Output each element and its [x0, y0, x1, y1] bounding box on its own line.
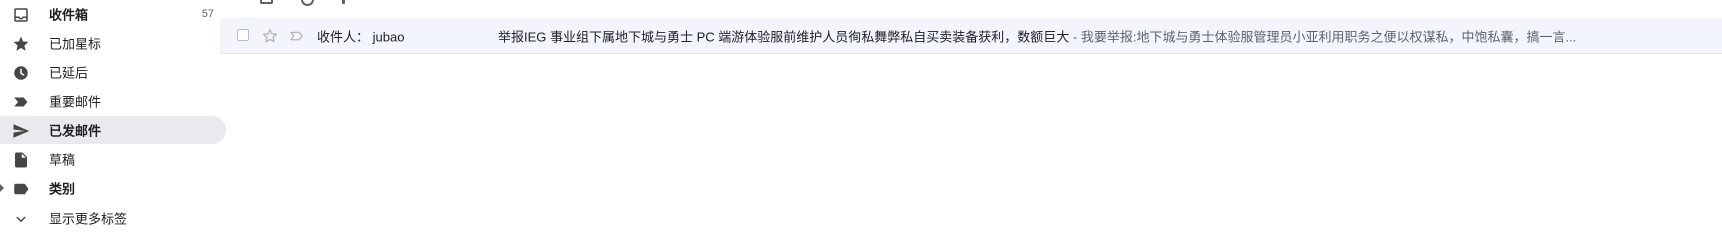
sidebar-item-label: 显示更多标签	[49, 211, 128, 227]
draft-icon	[12, 151, 30, 169]
sidebar-item-label: 已加星标	[49, 36, 102, 52]
expand-arrow-icon[interactable]	[0, 184, 4, 192]
sidebar-item-label: 草稿	[49, 152, 76, 168]
sidebar-item-more-labels[interactable]: 显示更多标签	[0, 204, 226, 232]
gmail-window: 收件箱 57 已加星标 已延后 重要邮件 已发邮件 草稿 类别 显示更多标签 收…	[0, 0, 1722, 248]
sidebar-item-drafts[interactable]: 草稿	[0, 145, 226, 173]
inbox-icon	[12, 6, 30, 24]
sidebar-item-label: 类别	[49, 181, 76, 197]
sidebar-item-label: 已发邮件	[49, 123, 102, 139]
row-checkbox[interactable]	[237, 29, 249, 41]
star-icon	[12, 35, 30, 53]
sidebar-item-label: 重要邮件	[49, 94, 102, 110]
message-list: 收件人： jubao 举报IEG 事业组下属地下城与勇士 PC 端游体验服前维护…	[220, 0, 1722, 248]
sidebar-item-label: 收件箱	[49, 7, 89, 23]
sidebar-item-sent[interactable]: 已发邮件	[0, 116, 226, 144]
sidebar-item-label: 已延后	[49, 65, 89, 81]
message-recipient: 收件人： jubao	[317, 29, 405, 44]
send-icon	[12, 122, 30, 140]
sidebar-item-important[interactable]: 重要邮件	[0, 87, 226, 115]
message-subject: 举报IEG 事业组下属地下城与勇士 PC 端游体验服前维护人员徇私舞弊私自买卖装…	[498, 29, 1070, 44]
message-row[interactable]: 收件人： jubao 举报IEG 事业组下属地下城与勇士 PC 端游体验服前维护…	[220, 18, 1722, 54]
star-toggle-icon[interactable]	[261, 27, 279, 45]
sidebar: 收件箱 57 已加星标 已延后 重要邮件 已发邮件 草稿 类别 显示更多标签	[0, 0, 226, 248]
label-icon	[12, 180, 30, 198]
message-snippet: - 我要举报:地下城与勇士体验服管理员小亚利用职务之便以权谋私，中饱私囊，搞一言…	[1069, 29, 1577, 44]
clock-icon	[12, 64, 30, 82]
important-marker-icon[interactable]	[288, 27, 306, 45]
message-subject-line: 举报IEG 事业组下属地下城与勇士 PC 端游体验服前维护人员徇私舞弊私自买卖装…	[498, 26, 1708, 45]
sidebar-item-inbox[interactable]: 收件箱 57	[0, 0, 226, 28]
sidebar-item-snoozed[interactable]: 已延后	[0, 58, 226, 86]
chevron-down-icon	[12, 210, 30, 228]
important-label-icon	[12, 93, 30, 111]
sidebar-item-categories[interactable]: 类别	[0, 174, 226, 202]
sidebar-item-starred[interactable]: 已加星标	[0, 29, 226, 57]
unread-count: 57	[201, 8, 214, 20]
